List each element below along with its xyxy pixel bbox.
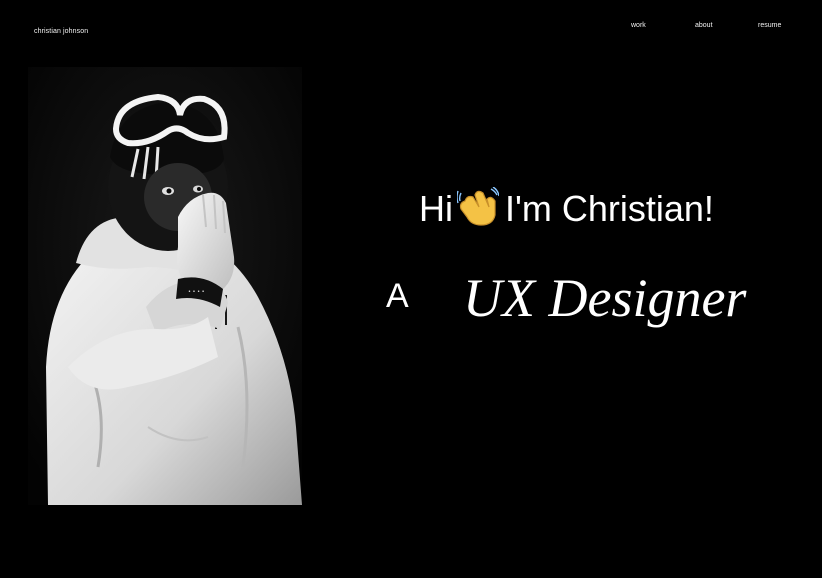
hero-greeting: Hi I'm Christian! xyxy=(419,185,714,233)
greeting-hi: Hi xyxy=(419,188,453,229)
top-nav: work about resume xyxy=(0,22,822,34)
nav-about-link[interactable]: about xyxy=(695,22,713,29)
nav-resume-link[interactable]: resume xyxy=(758,22,781,29)
role-article: A xyxy=(386,277,409,315)
portrait-illustration: • • • • xyxy=(28,67,302,505)
role-title: UX Designer xyxy=(463,268,747,328)
svg-text:• • • •: • • • • xyxy=(188,289,205,295)
nav-work-link[interactable]: work xyxy=(631,22,646,29)
portrait-photo: • • • • xyxy=(28,67,302,505)
waving-hand-icon xyxy=(456,186,500,227)
greeting-name: I'm Christian! xyxy=(505,188,714,229)
